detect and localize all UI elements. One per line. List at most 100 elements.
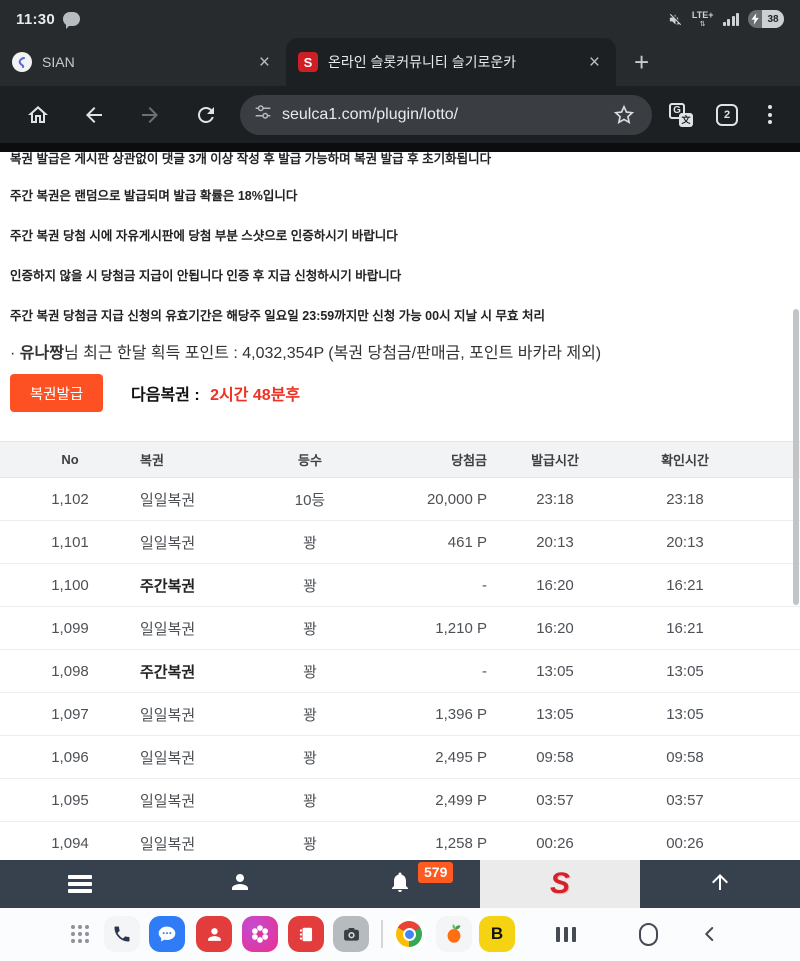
table-cell-checked-time: 20:13 [610, 521, 800, 564]
table-cell-issued-time: 13:05 [500, 693, 610, 736]
next-lottery: 다음복권 : 2시간 48분후 [131, 381, 300, 405]
gallery-app-icon[interactable] [242, 916, 278, 952]
table-cell-prize: 2,495 P [370, 736, 500, 779]
table-body: 1,102 일일복권 10등 20,000 P 23:18 23:18 1,10… [0, 478, 800, 861]
table-cell-rank: 꽝 [250, 650, 370, 693]
table-cell-no: 1,102 [0, 478, 140, 521]
recent-apps-button[interactable] [548, 916, 584, 952]
nav-notifications-button[interactable]: 579 [320, 860, 480, 908]
table-cell-lottery: 일일복권 [140, 779, 250, 822]
url-bar[interactable]: seulca1.com/plugin/lotto/ [240, 95, 652, 135]
table-cell-prize: 1,258 P [370, 822, 500, 861]
signal-strength-icon [723, 13, 740, 26]
table-cell-rank: 꽝 [250, 822, 370, 861]
nav-menu-button[interactable] [0, 860, 160, 908]
notes-app-icon[interactable] [288, 916, 324, 952]
forward-button[interactable] [122, 93, 178, 137]
table-row: 1,096 일일복권 꽝 2,495 P 09:58 09:58 [0, 736, 800, 779]
translate-icon[interactable]: G 文 [658, 93, 704, 137]
arrow-up-icon [708, 870, 732, 899]
table-row: 1,095 일일복권 꽝 2,499 P 03:57 03:57 [0, 779, 800, 822]
nav-site-logo-button[interactable]: S [480, 860, 640, 908]
table-cell-prize: - [370, 564, 500, 607]
tab-count: 2 [716, 104, 738, 126]
table-cell-rank: 꽝 [250, 607, 370, 650]
browser-toolbar: seulca1.com/plugin/lotto/ G 文 2 [0, 86, 800, 143]
messenger-notification-icon [63, 12, 80, 26]
reload-button[interactable] [178, 93, 234, 137]
next-lottery-label: 다음복권 : [131, 387, 200, 404]
table-row: 1,100 주간복권 꽝 - 16:20 16:21 [0, 564, 800, 607]
app-b-icon[interactable]: B [479, 916, 515, 952]
site-favicon: S [298, 52, 318, 72]
battery-percent: 38 [762, 10, 784, 28]
table-cell-no: 1,099 [0, 607, 140, 650]
table-cell-lottery: 일일복권 [140, 521, 250, 564]
notice-line: 주간 복권 당첨금 지급 신청의 유효기간은 해당주 일요일 23:59까지만 … [10, 305, 545, 324]
site-settings-icon[interactable] [254, 103, 272, 126]
table-cell-checked-time: 16:21 [610, 564, 800, 607]
table-cell-prize: 20,000 P [370, 478, 500, 521]
table-cell-no: 1,095 [0, 779, 140, 822]
close-tab-icon[interactable]: × [585, 53, 604, 72]
column-header-prize: 당첨금 [370, 442, 500, 478]
nav-scroll-top-button[interactable] [640, 860, 800, 908]
karrot-app-icon[interactable] [436, 916, 472, 952]
app-drawer-icon[interactable] [62, 916, 98, 952]
table-cell-issued-time: 03:57 [500, 779, 610, 822]
table-cell-issued-time: 16:20 [500, 564, 610, 607]
site-logo: S [550, 867, 570, 901]
back-button[interactable] [66, 93, 122, 137]
bookmark-star-icon[interactable] [604, 93, 644, 137]
table-cell-prize: 461 P [370, 521, 500, 564]
table-header-row: No 복권 등수 당첨금 발급시간 확인시간 [0, 442, 800, 478]
network-type-icon: LTE+ ⇅ [692, 11, 714, 28]
table-row: 1,094 일일복권 꽝 1,258 P 00:26 00:26 [0, 822, 800, 861]
menu-kebab-icon[interactable] [750, 93, 790, 137]
new-tab-button[interactable]: + [616, 47, 667, 86]
table-cell-rank: 꽝 [250, 693, 370, 736]
table-cell-checked-time: 09:58 [610, 736, 800, 779]
messages-app-icon[interactable] [149, 916, 185, 952]
camera-app-icon[interactable] [333, 916, 369, 952]
table-cell-checked-time: 13:05 [610, 693, 800, 736]
table-cell-rank: 꽝 [250, 736, 370, 779]
table-cell-checked-time: 16:21 [610, 607, 800, 650]
points-text: 님 최근 한달 획득 포인트 : 4,032,354P (복권 당첨금/판매금,… [64, 345, 601, 362]
nav-profile-button[interactable] [160, 860, 320, 908]
home-button[interactable] [10, 93, 66, 137]
battery-icon: 38 [748, 10, 784, 28]
browser-tab-sian[interactable]: SIAN × [0, 38, 286, 86]
column-header-no: No [0, 442, 140, 478]
browser-tab-active[interactable]: S 온라인 슬롯커뮤니티 슬기로운카 × [286, 38, 616, 86]
next-lottery-countdown: 2시간 48분후 [210, 387, 300, 404]
table-row: 1,102 일일복권 10등 20,000 P 23:18 23:18 [0, 478, 800, 521]
table-row: 1,099 일일복권 꽝 1,210 P 16:20 16:21 [0, 607, 800, 650]
clock: 11:30 [16, 11, 55, 28]
phone-app-icon[interactable] [104, 916, 140, 952]
close-tab-icon[interactable]: × [255, 53, 274, 72]
table-cell-lottery: 일일복권 [140, 478, 250, 521]
bullet: · [10, 345, 15, 362]
table-cell-rank: 꽝 [250, 521, 370, 564]
charging-bolt-icon [748, 13, 762, 25]
tab-switcher-button[interactable]: 2 [704, 93, 750, 137]
issue-lottery-button[interactable]: 복권발급 [10, 374, 103, 412]
table-cell-prize: 1,396 P [370, 693, 500, 736]
chrome-app-icon[interactable] [391, 916, 427, 952]
column-header-rank: 등수 [250, 442, 370, 478]
table-cell-checked-time: 13:05 [610, 650, 800, 693]
page-scrollbar-thumb[interactable] [793, 309, 799, 605]
taskbar-divider [381, 920, 383, 948]
table-cell-issued-time: 20:13 [500, 521, 610, 564]
table-cell-no: 1,094 [0, 822, 140, 861]
table-cell-rank: 꽝 [250, 779, 370, 822]
android-back-button[interactable] [692, 916, 728, 952]
table-cell-lottery: 일일복권 [140, 822, 250, 861]
table-cell-no: 1,097 [0, 693, 140, 736]
column-header-lottery: 복권 [140, 442, 250, 478]
android-home-button[interactable] [630, 916, 666, 952]
contacts-app-icon[interactable] [196, 916, 232, 952]
column-header-checked-time: 확인시간 [610, 442, 800, 478]
notice-line: 주간 복권 당첨 시에 자유게시판에 당첨 부분 스샷으로 인증하시기 바랍니다 [10, 225, 398, 244]
